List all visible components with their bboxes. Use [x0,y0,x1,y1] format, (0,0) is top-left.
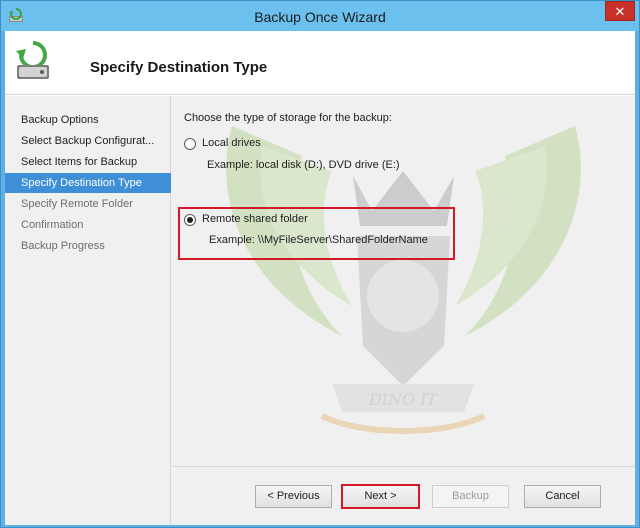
storage-type-prompt: Choose the type of storage for the backu… [184,112,392,124]
nav-item-backup-options[interactable]: Backup Options [5,110,171,130]
wizard-window: Backup Once Wizard ✕ Specify Destination… [0,0,640,528]
nav-item-confirmation: Confirmation [21,219,84,231]
nav-item-select-backup-configuration[interactable]: Select Backup Configurat... [5,131,171,151]
nav-item-backup-progress: Backup Progress [21,240,105,252]
previous-button[interactable]: < Previous [255,485,332,508]
destination-type-panel: DINO IT Choose the type of storage for t… [172,96,635,466]
local-drives-example: Example: local disk (D:), DVD drive (E:) [207,159,400,171]
remote-shared-folder-radio[interactable] [184,214,196,226]
cancel-button[interactable]: Cancel [524,485,601,508]
title-bar[interactable]: Backup Once Wizard ✕ [1,1,639,31]
local-drives-label[interactable]: Local drives [202,137,261,149]
wizard-header: Specify Destination Type [5,31,635,95]
wizard-footer: < Previous Next > Backup Cancel [172,466,635,525]
remote-shared-folder-label[interactable]: Remote shared folder [202,213,308,225]
nav-item-specify-destination-type[interactable]: Specify Destination Type [5,173,171,193]
remote-shared-folder-example: Example: \\MyFileServer\SharedFolderName [209,234,428,246]
wizard-body: Backup Options Select Backup Configurat.… [5,96,635,525]
remote-shared-folder-option[interactable]: Remote shared folder [184,213,444,229]
close-button[interactable]: ✕ [605,1,635,21]
page-title: Specify Destination Type [90,59,268,76]
nav-item-specify-remote-folder: Specify Remote Folder [21,198,133,210]
watermark-text: DINO IT [368,390,439,409]
wizard-steps-nav: Backup Options Select Backup Configurat.… [5,96,171,525]
backup-drive-icon [16,41,49,79]
local-drives-option[interactable]: Local drives [184,137,444,153]
wizard-client-area: Specify Destination Type Backup Options … [5,31,635,525]
nav-item-select-items[interactable]: Select Items for Backup [5,152,171,172]
backup-button: Backup [432,485,509,508]
local-drives-radio[interactable] [184,138,196,150]
window-title: Backup Once Wizard [254,9,386,25]
next-button[interactable]: Next > [341,484,420,509]
